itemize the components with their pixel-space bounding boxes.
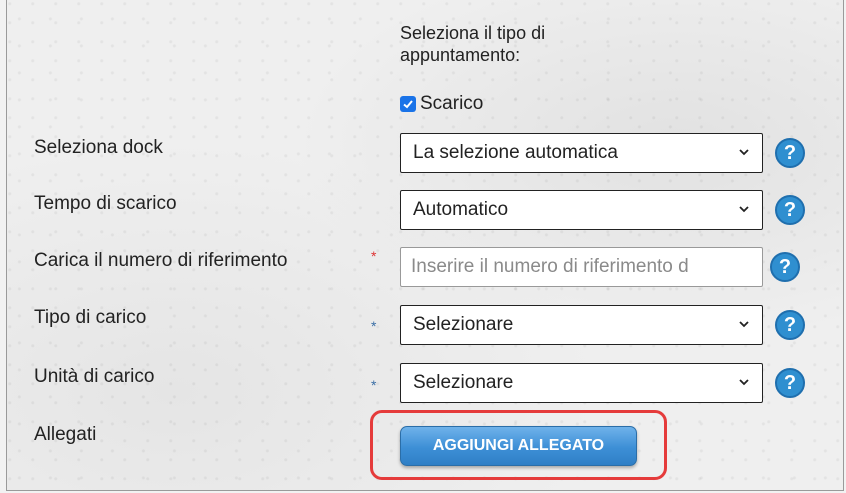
dock-help-icon[interactable]: ? (775, 138, 805, 168)
chevron-down-icon (739, 206, 749, 213)
unloading-time-select[interactable]: Automatico (400, 190, 763, 230)
chevron-down-icon (739, 149, 749, 156)
load-unit-help-icon[interactable]: ? (775, 368, 805, 398)
required-marker: * (371, 248, 377, 264)
unloading-time-select-value: Automatico (413, 199, 509, 220)
appointment-type-heading-line1: Seleziona il tipo di (400, 23, 546, 43)
add-attachment-button[interactable]: AGGIUNGI ALLEGATO (400, 426, 637, 466)
dock-label: Seleziona dock (34, 137, 163, 158)
scarico-checkbox-row[interactable]: Scarico (400, 93, 483, 115)
unloading-time-label: Tempo di scarico (34, 193, 177, 214)
load-type-label: Tipo di carico (34, 307, 147, 328)
reference-number-input[interactable]: Inserire il numero di riferimento d (400, 247, 763, 287)
chevron-down-icon (739, 321, 749, 328)
dock-select-value: La selezione automatica (413, 142, 618, 163)
load-unit-select-value: Selezionare (413, 372, 514, 393)
checkmark-icon (403, 100, 413, 109)
appointment-type-heading-line2: appuntamento: (400, 45, 521, 65)
load-type-select[interactable]: Selezionare (400, 305, 763, 345)
reference-number-help-icon[interactable]: ? (770, 252, 800, 282)
reference-number-label: Carica il numero di riferimento (34, 250, 288, 271)
dock-select[interactable]: La selezione automatica (400, 133, 763, 173)
required-marker: * (371, 318, 377, 334)
load-type-select-value: Selezionare (413, 314, 514, 335)
scarico-checkbox[interactable] (400, 96, 416, 112)
required-marker: * (371, 377, 377, 393)
chevron-down-icon (739, 379, 749, 386)
scarico-checkbox-label: Scarico (420, 93, 484, 114)
attachments-label: Allegati (34, 424, 97, 445)
unloading-time-help-icon[interactable]: ? (775, 195, 805, 225)
load-unit-select[interactable]: Selezionare (400, 363, 763, 403)
appointment-type-heading: Seleziona il tipo di appuntamento: (400, 22, 545, 66)
load-unit-label: Unità di carico (34, 366, 155, 387)
load-type-help-icon[interactable]: ? (775, 310, 805, 340)
